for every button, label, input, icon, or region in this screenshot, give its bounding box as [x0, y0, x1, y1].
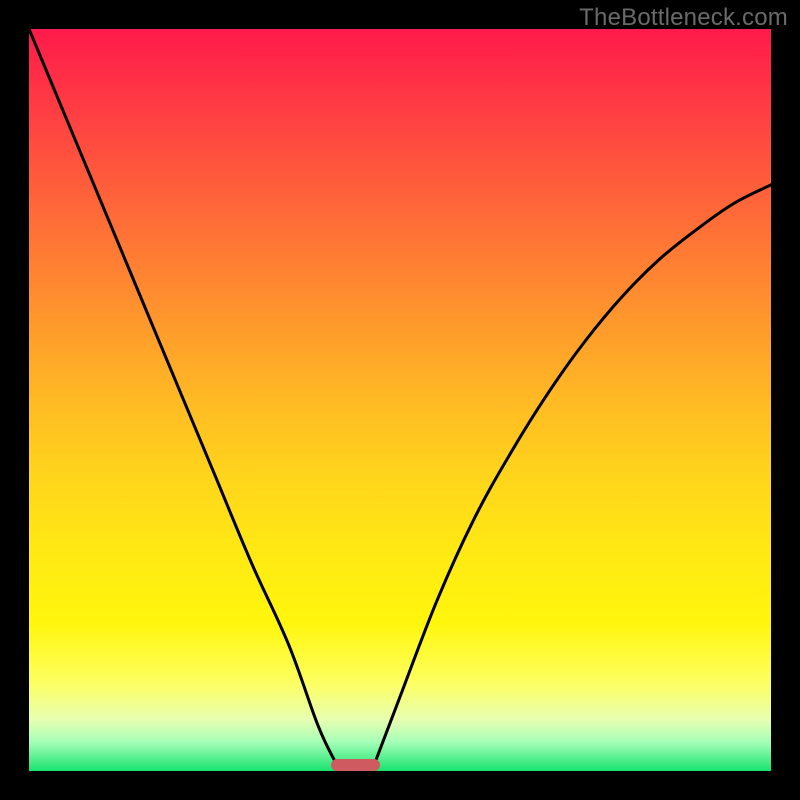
- optimum-marker: [331, 759, 379, 771]
- watermark-text: TheBottleneck.com: [579, 4, 788, 32]
- left-curve: [29, 29, 337, 765]
- right-curve: [374, 185, 771, 765]
- curve-layer: [29, 29, 771, 771]
- chart-area: [29, 29, 771, 771]
